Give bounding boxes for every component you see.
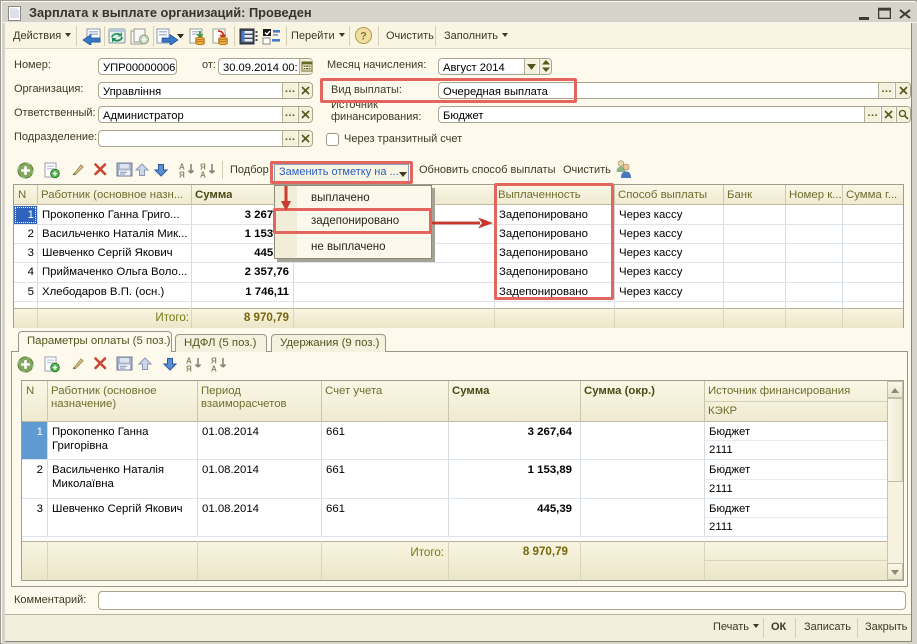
- svg-text:Я: Я: [179, 171, 185, 179]
- svg-text:?: ?: [360, 31, 367, 43]
- svg-text:А: А: [211, 365, 217, 373]
- svg-text:А: А: [200, 171, 206, 179]
- svg-text:Я: Я: [186, 365, 192, 373]
